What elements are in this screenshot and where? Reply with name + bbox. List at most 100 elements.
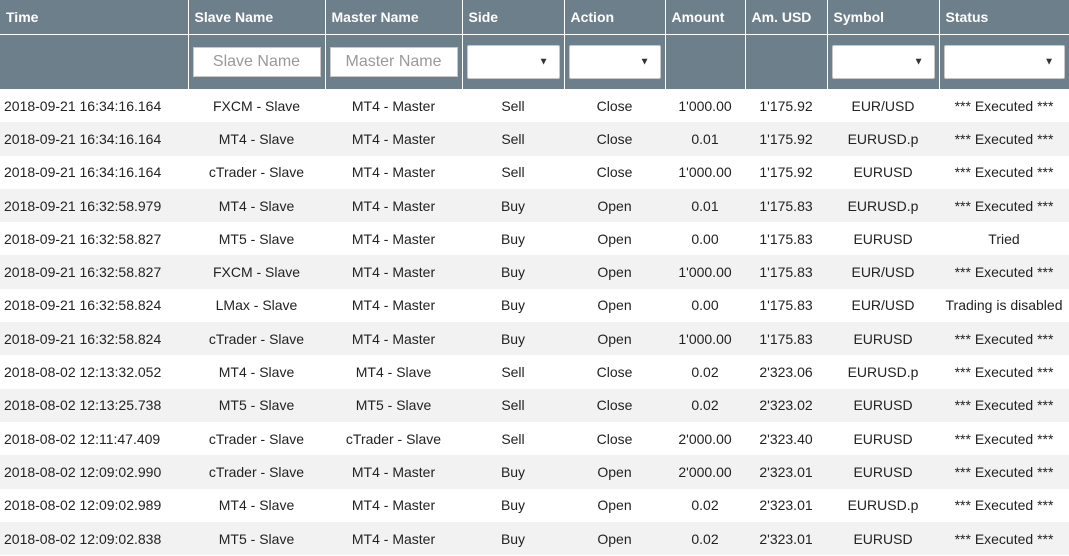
filter-cell-side: ▼ bbox=[462, 34, 565, 89]
table-row[interactable]: 2018-09-21 16:32:58.824 LMax - Slave MT4 -… bbox=[0, 288, 1069, 323]
cell-side: Sell bbox=[462, 355, 564, 389]
table-row[interactable]: 2018-09-21 16:34:16.164 MT4 - Slave MT4 - … bbox=[0, 122, 1069, 156]
cell-time: 2018-08-02 12:11:47.409 bbox=[0, 421, 188, 456]
cell-am-usd: 1'175.83 bbox=[745, 322, 827, 356]
header-action[interactable]: Action bbox=[564, 0, 666, 35]
cell-action: Close bbox=[564, 421, 665, 456]
cell-slave-name: MT4 - Slave bbox=[188, 488, 325, 522]
table-row[interactable]: 2018-08-02 12:13:25.738 MT5 - Slave MT5 - … bbox=[0, 388, 1069, 422]
cell-status: *** Executed *** bbox=[939, 521, 1069, 556]
cell-amount: 1'000.00 bbox=[665, 89, 745, 123]
side-filter-select[interactable]: ▼ bbox=[466, 45, 560, 79]
cell-slave-name: cTrader - Slave bbox=[188, 455, 325, 489]
slave-name-filter-input[interactable] bbox=[192, 47, 321, 77]
header-time[interactable]: Time bbox=[0, 0, 189, 35]
cell-action: Open bbox=[564, 288, 665, 323]
table-row[interactable]: 2018-09-21 16:32:58.827 MT5 - Slave MT4 - … bbox=[0, 222, 1069, 256]
status-filter-select[interactable]: ▼ bbox=[943, 45, 1065, 79]
cell-amount: 0.02 bbox=[665, 355, 745, 389]
table-row[interactable]: 2018-09-21 16:32:58.824 cTrader - Slave MT… bbox=[0, 322, 1069, 356]
cell-master-name: MT4 - Master bbox=[325, 322, 462, 356]
table-body: 2018-09-21 16:34:16.164 FXCM - Slave MT4 -… bbox=[0, 89, 1069, 556]
cell-status: Trading is disabled bbox=[939, 288, 1069, 323]
table-row[interactable]: 2018-09-21 16:34:16.164 FXCM - Slave MT4 -… bbox=[0, 89, 1069, 123]
table-row[interactable]: 2018-08-02 12:09:02.838 MT5 - Slave MT4 - … bbox=[0, 521, 1069, 556]
cell-amount: 1'000.00 bbox=[665, 255, 745, 289]
cell-amount: 2'000.00 bbox=[665, 455, 745, 489]
cell-am-usd: 2'323.01 bbox=[745, 455, 827, 489]
table-row[interactable]: 2018-08-02 12:09:02.990 cTrader - Slave MT… bbox=[0, 455, 1069, 489]
cell-status: *** Executed *** bbox=[939, 455, 1069, 489]
cell-time: 2018-09-21 16:34:16.164 bbox=[0, 89, 188, 123]
cell-action: Close bbox=[564, 388, 665, 422]
cell-master-name: MT4 - Master bbox=[325, 122, 462, 156]
cell-side: Sell bbox=[462, 421, 564, 456]
cell-status: *** Executed *** bbox=[939, 122, 1069, 156]
cell-slave-name: LMax - Slave bbox=[188, 288, 325, 323]
header-slave-name[interactable]: Slave Name bbox=[188, 0, 326, 35]
chevron-down-icon: ▼ bbox=[538, 56, 549, 68]
cell-status: *** Executed *** bbox=[939, 355, 1069, 389]
header-side[interactable]: Side bbox=[462, 0, 565, 35]
cell-slave-name: MT4 - Slave bbox=[188, 122, 325, 156]
filter-row: ▼ ▼ ▼ bbox=[0, 34, 1069, 89]
action-filter-select[interactable]: ▼ bbox=[568, 45, 661, 79]
cell-symbol: EURUSD bbox=[827, 155, 939, 189]
cell-side: Sell bbox=[462, 89, 564, 123]
filter-cell-amusd bbox=[745, 34, 828, 89]
cell-side: Buy bbox=[462, 288, 564, 323]
cell-am-usd: 1'175.83 bbox=[745, 288, 827, 323]
master-name-filter-input[interactable] bbox=[329, 47, 458, 77]
cell-amount: 2'000.00 bbox=[665, 421, 745, 456]
cell-time: 2018-09-21 16:32:58.827 bbox=[0, 222, 188, 256]
cell-side: Sell bbox=[462, 155, 564, 189]
cell-status: *** Executed *** bbox=[939, 155, 1069, 189]
cell-am-usd: 1'175.83 bbox=[745, 255, 827, 289]
table-row[interactable]: 2018-09-21 16:32:58.979 MT4 - Slave MT4 - … bbox=[0, 188, 1069, 223]
cell-status: *** Executed *** bbox=[939, 255, 1069, 289]
cell-symbol: EUR/USD bbox=[827, 255, 939, 289]
cell-symbol: EURUSD bbox=[827, 521, 939, 556]
header-master-name[interactable]: Master Name bbox=[325, 0, 463, 35]
cell-amount: 1'000.00 bbox=[665, 322, 745, 356]
header-status[interactable]: Status bbox=[939, 0, 1069, 35]
cell-side: Buy bbox=[462, 222, 564, 256]
header-symbol[interactable]: Symbol bbox=[827, 0, 940, 35]
filter-cell-status: ▼ bbox=[939, 34, 1069, 89]
filter-cell-action: ▼ bbox=[564, 34, 666, 89]
cell-time: 2018-08-02 12:13:25.738 bbox=[0, 388, 188, 422]
cell-status: *** Executed *** bbox=[939, 488, 1069, 522]
cell-master-name: MT4 - Master bbox=[325, 222, 462, 256]
table-row[interactable]: 2018-09-21 16:32:58.827 FXCM - Slave MT4 -… bbox=[0, 255, 1069, 289]
cell-time: 2018-08-02 12:09:02.989 bbox=[0, 488, 188, 522]
trade-log-grid: Time Slave Name Master Name Side Action … bbox=[0, 0, 1069, 556]
header-amount[interactable]: Amount bbox=[665, 0, 746, 35]
cell-slave-name: MT5 - Slave bbox=[188, 388, 325, 422]
cell-am-usd: 1'175.92 bbox=[745, 122, 827, 156]
table-row[interactable]: 2018-09-21 16:34:16.164 cTrader - Slave MT… bbox=[0, 155, 1069, 189]
cell-action: Open bbox=[564, 322, 665, 356]
cell-slave-name: MT4 - Slave bbox=[188, 355, 325, 389]
table-row[interactable]: 2018-08-02 12:11:47.409 cTrader - Slave cT… bbox=[0, 421, 1069, 456]
cell-am-usd: 2'323.02 bbox=[745, 388, 827, 422]
cell-master-name: MT4 - Master bbox=[325, 521, 462, 556]
symbol-filter-select[interactable]: ▼ bbox=[831, 45, 935, 79]
header-am-usd[interactable]: Am. USD bbox=[745, 0, 828, 35]
cell-time: 2018-08-02 12:09:02.838 bbox=[0, 521, 188, 556]
cell-action: Open bbox=[564, 455, 665, 489]
cell-amount: 0.01 bbox=[665, 188, 745, 223]
table-row[interactable]: 2018-08-02 12:13:32.052 MT4 - Slave MT4 - … bbox=[0, 355, 1069, 389]
cell-time: 2018-09-21 16:32:58.824 bbox=[0, 288, 188, 323]
cell-status: *** Executed *** bbox=[939, 322, 1069, 356]
cell-master-name: MT5 - Slave bbox=[325, 388, 462, 422]
cell-symbol: EUR/USD bbox=[827, 89, 939, 123]
table-row[interactable]: 2018-08-02 12:09:02.989 MT4 - Slave MT4 - … bbox=[0, 488, 1069, 522]
cell-am-usd: 1'175.83 bbox=[745, 222, 827, 256]
cell-side: Buy bbox=[462, 188, 564, 223]
cell-master-name: MT4 - Master bbox=[325, 488, 462, 522]
cell-action: Open bbox=[564, 255, 665, 289]
cell-status: *** Executed *** bbox=[939, 421, 1069, 456]
cell-symbol: EURUSD bbox=[827, 222, 939, 256]
cell-amount: 0.00 bbox=[665, 222, 745, 256]
filter-cell-slave bbox=[188, 34, 326, 89]
